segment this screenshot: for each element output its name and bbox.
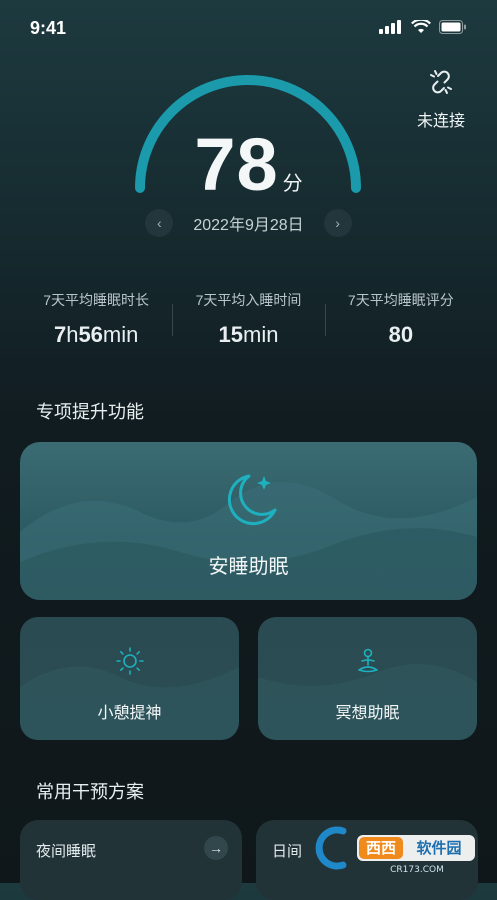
plan-card-night-sleep[interactable]: 夜间睡眠 → [20,820,242,900]
svg-text:CR173.COM: CR173.COM [390,865,444,875]
date-selector: ‹ 2022年9月28日 › [0,209,497,237]
svg-text:西西: 西西 [366,839,396,857]
meditation-icon [358,648,378,673]
feature-label: 安睡助眠 [208,556,289,578]
score-value: 78 [194,123,279,206]
status-time: 9:41 [30,18,67,38]
section-title-special: 专项提升功能 [36,402,144,422]
stat-value: 80 [388,322,414,347]
plan-label: 夜间睡眠 [36,843,97,860]
score-unit: 分 [282,173,303,195]
svg-text:软件园: 软件园 [416,839,461,857]
arrow-right-icon[interactable]: → [204,836,228,860]
stat-avg-fall-asleep-time: 7天平均入睡时间 15min [172,290,324,348]
stat-value: 15min [218,322,279,347]
cr173-watermark-logo: 西西 软件园 CR173.COM [315,826,475,875]
next-date-button[interactable]: › [323,209,352,237]
feature-label: 小憩提神 [97,705,162,722]
plan-label: 日间 [272,843,303,860]
chevron-left-icon: ‹ [157,215,162,231]
date-label[interactable]: 2022年9月28日 [193,211,303,235]
stat-avg-sleep-score: 7天平均睡眠评分 80 [324,290,477,348]
stat-label: 7天平均睡眠时长 [43,292,150,308]
feature-card-meditation[interactable]: 冥想助眠 [258,617,477,740]
moon-star-icon [227,474,277,526]
battery-icon [439,20,466,34]
section-title-common: 常用干预方案 [36,782,144,802]
sleep-score: 78 分 [0,122,497,207]
prev-date-button[interactable]: ‹ [145,209,174,237]
status-icons [379,20,467,34]
cellular-signal-icon [379,20,401,34]
sun-icon [116,647,144,675]
broken-link-icon [430,70,452,94]
stat-label: 7天平均睡眠评分 [347,292,454,308]
wifi-icon [411,20,431,33]
feature-card-nap[interactable]: 小憩提神 [20,617,239,740]
stat-label: 7天平均入睡时间 [195,292,302,308]
feature-card-sleep-aid[interactable]: 安睡助眠 [20,442,477,600]
stat-value: 7h56min [53,322,139,347]
feature-label: 冥想助眠 [335,705,400,722]
chevron-right-icon: › [335,215,340,231]
weekly-stats: 7天平均睡眠时长 7h56min 7天平均入睡时间 15min 7天平均睡眠评分… [20,290,477,348]
stat-avg-sleep-duration: 7天平均睡眠时长 7h56min [20,290,172,348]
